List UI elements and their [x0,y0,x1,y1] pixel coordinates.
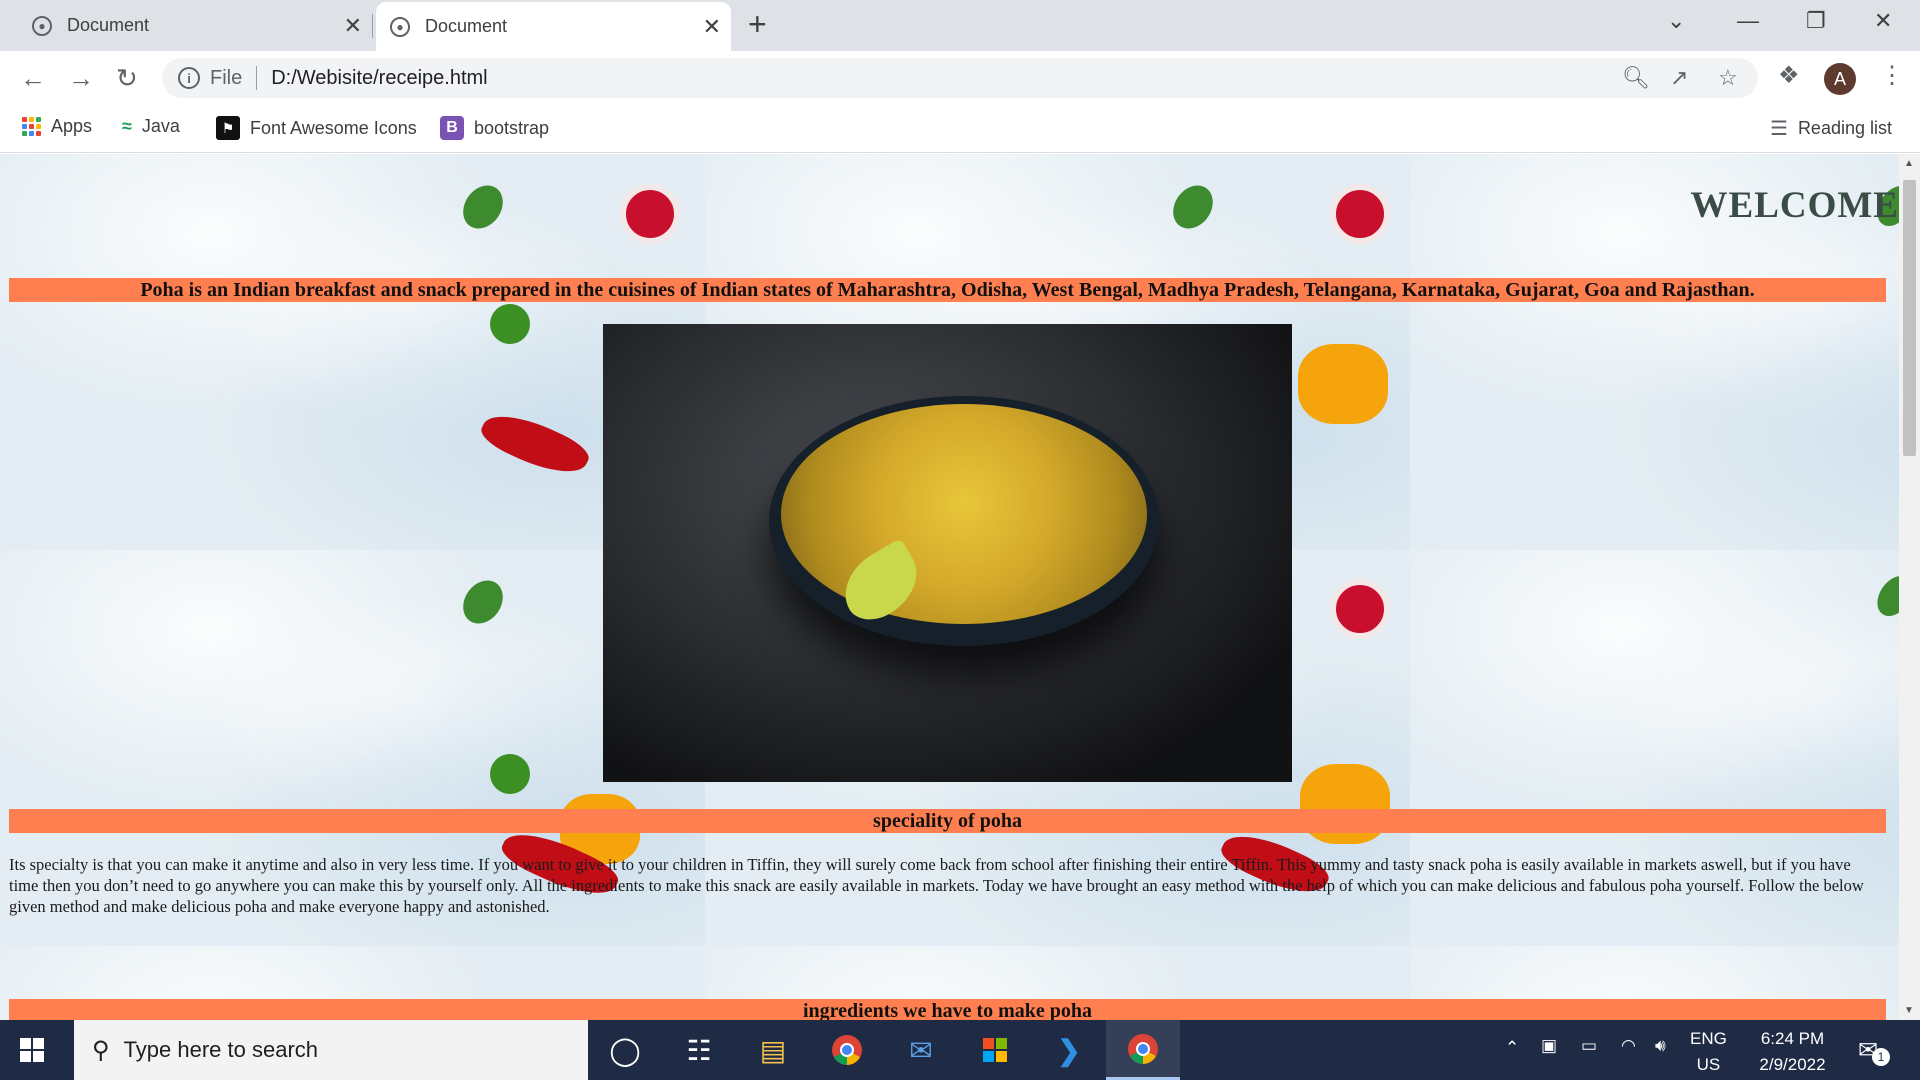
file-explorer-icon[interactable]: ▤ [736,1020,810,1080]
poha-food-shape [781,404,1147,624]
page-scrollbar[interactable]: ▲ ▼ [1899,154,1920,1020]
new-tab-button[interactable]: + [748,6,767,43]
yellow-bellpepper-decoration [1298,344,1388,424]
browser-toolbar: ← → ↻ i File D:/Webisite/receipe.html 🔍︎… [0,51,1920,105]
task-view-icon[interactable]: ☷ [662,1020,736,1080]
apps-grid-icon [22,117,41,136]
chrome-logo [832,1035,862,1065]
clock-time: 6:24 PM [1760,1029,1825,1048]
scrollbar-thumb[interactable] [1903,180,1916,456]
microsoft-store-icon[interactable] [958,1020,1032,1080]
extensions-puzzle-icon[interactable]: ❖ [1778,61,1800,90]
bookmark-java[interactable]: ≈ Java [122,116,180,137]
page-viewport: WELCOME Poha is an Indian breakfast and … [0,154,1899,1020]
close-window-button[interactable]: ✕ [1874,8,1892,34]
bookmark-label: bootstrap [474,117,550,138]
bookmark-label: Apps [51,116,93,136]
bookmark-label: Font Awesome Icons [250,117,417,138]
poha-photo [603,324,1292,782]
search-icon: ⚲ [92,1036,110,1064]
tab-title: Document [67,15,150,35]
reading-list-label: Reading list [1797,118,1892,138]
clock-date: 2/9/2022 [1759,1055,1826,1074]
basil-leaf-decoration [455,177,511,237]
ketchup-bowl-decoration [1330,579,1390,639]
search-placeholder: Type here to search [123,1037,319,1062]
cortana-icon[interactable]: ◯ [588,1020,662,1080]
back-button[interactable]: ← [20,63,46,94]
windows-logo-icon [20,1038,44,1062]
red-pepper-decoration [476,402,594,486]
chrome-icon[interactable] [810,1020,884,1080]
ingredients-heading: ingredients we have to make poha [9,999,1886,1020]
menu-kebab-icon[interactable]: ⋮ [1880,61,1904,90]
java-icon: ≈ [122,116,132,136]
basil-leaf-decoration [1870,569,1899,623]
site-info-icon[interactable]: i [178,67,200,89]
chrome-profile-icon[interactable] [1106,1020,1180,1080]
bookmark-apps[interactable]: Apps [22,116,92,137]
reading-list-icon: ☰ [1770,118,1788,140]
notification-count-badge: 1 [1872,1048,1890,1066]
vscode-icon[interactable]: ❯ [1032,1020,1106,1080]
share-icon[interactable]: ↗ [1670,65,1688,91]
store-logo [983,1038,1007,1062]
ketchup-bowl-decoration [620,184,680,244]
reading-list-button[interactable]: ☰ Reading list [1770,116,1892,141]
scroll-up-arrow-icon[interactable]: ▲ [1904,158,1914,169]
bookmark-star-icon[interactable]: ☆ [1718,65,1738,91]
mail-icon[interactable]: ✉ [884,1020,958,1080]
notification-center-icon[interactable]: ✉ 1 [1858,1036,1890,1066]
divider [256,66,258,90]
bookmark-label: Java [141,116,180,136]
globe-icon: ● [390,16,410,37]
ketchup-bowl-decoration [1330,184,1390,244]
reload-button[interactable]: ↻ [116,63,138,94]
basil-leaf-decoration [455,572,511,632]
address-bar[interactable]: i File D:/Webisite/receipe.html 🔍︎ ↗ ☆ [162,58,1758,98]
language-indicator[interactable]: ENG US [1690,1026,1727,1078]
tab-document-1[interactable]: ● Document ✕ [0,0,372,51]
region-code: US [1696,1055,1721,1074]
intro-band: Poha is an Indian breakfast and snack pr… [9,278,1886,302]
speciality-paragraph: Its specialty is that you can make it an… [9,855,1864,916]
taskbar-clock[interactable]: 6:24 PM 2/9/2022 [1745,1026,1840,1078]
zoom-icon[interactable]: 🔍︎ [1622,65,1650,91]
globe-icon: ● [32,15,52,36]
meet-now-icon[interactable]: ▣ [1541,1036,1557,1056]
tab-search-chevron-icon[interactable]: ⌄ [1667,8,1685,34]
basil-leaf-decoration [1165,177,1221,237]
tab-separator [372,14,373,38]
battery-icon[interactable]: ▭ [1581,1036,1597,1056]
show-hidden-icons-chevron-icon[interactable]: ⌃ [1505,1038,1519,1058]
tab-strip: ● Document ✕ ● Document ✕ + ⌄ — ❐ ✕ [0,0,1920,51]
welcome-heading: WELCOME [1690,185,1899,226]
bookmark-font-awesome[interactable]: ⚑ Font Awesome Icons [216,116,417,140]
profile-avatar[interactable]: A [1824,63,1856,95]
url-scheme: File [210,66,243,89]
windows-start-button[interactable] [20,1038,44,1067]
bookmarks-bar: Apps ≈ Java ⚑ Font Awesome Icons B boots… [0,105,1920,153]
chrome-logo [1128,1033,1158,1064]
bootstrap-icon: B [440,116,464,140]
close-tab-icon[interactable]: ✕ [344,13,362,39]
restore-button[interactable]: ❐ [1806,8,1826,34]
windows-taskbar: ⚲ Type here to search ◯ ☷ ▤ ✉ ❯ ⌃ ▣ ▭ ◠ … [0,1020,1920,1080]
font-awesome-flag-icon: ⚑ [216,116,240,140]
bookmark-bootstrap[interactable]: B bootstrap [440,116,549,140]
speciality-heading: speciality of poha [9,809,1886,833]
minimize-button[interactable]: — [1737,8,1759,34]
taskbar-search-box[interactable]: ⚲ Type here to search [74,1020,588,1080]
scroll-down-arrow-icon[interactable]: ▼ [1904,1005,1914,1016]
tab-document-2[interactable]: ● Document ✕ [376,2,731,51]
lime-decoration [490,754,530,794]
wifi-icon[interactable]: ◠ [1621,1036,1636,1056]
close-tab-icon[interactable]: ✕ [703,14,721,40]
forward-button[interactable]: → [68,63,94,94]
language-code: ENG [1690,1029,1727,1048]
url-text[interactable]: D:/Webisite/receipe.html [271,67,487,90]
lime-decoration [490,304,530,344]
tab-title: Document [425,16,508,36]
volume-icon[interactable]: 🔊︎ [1655,1036,1666,1056]
